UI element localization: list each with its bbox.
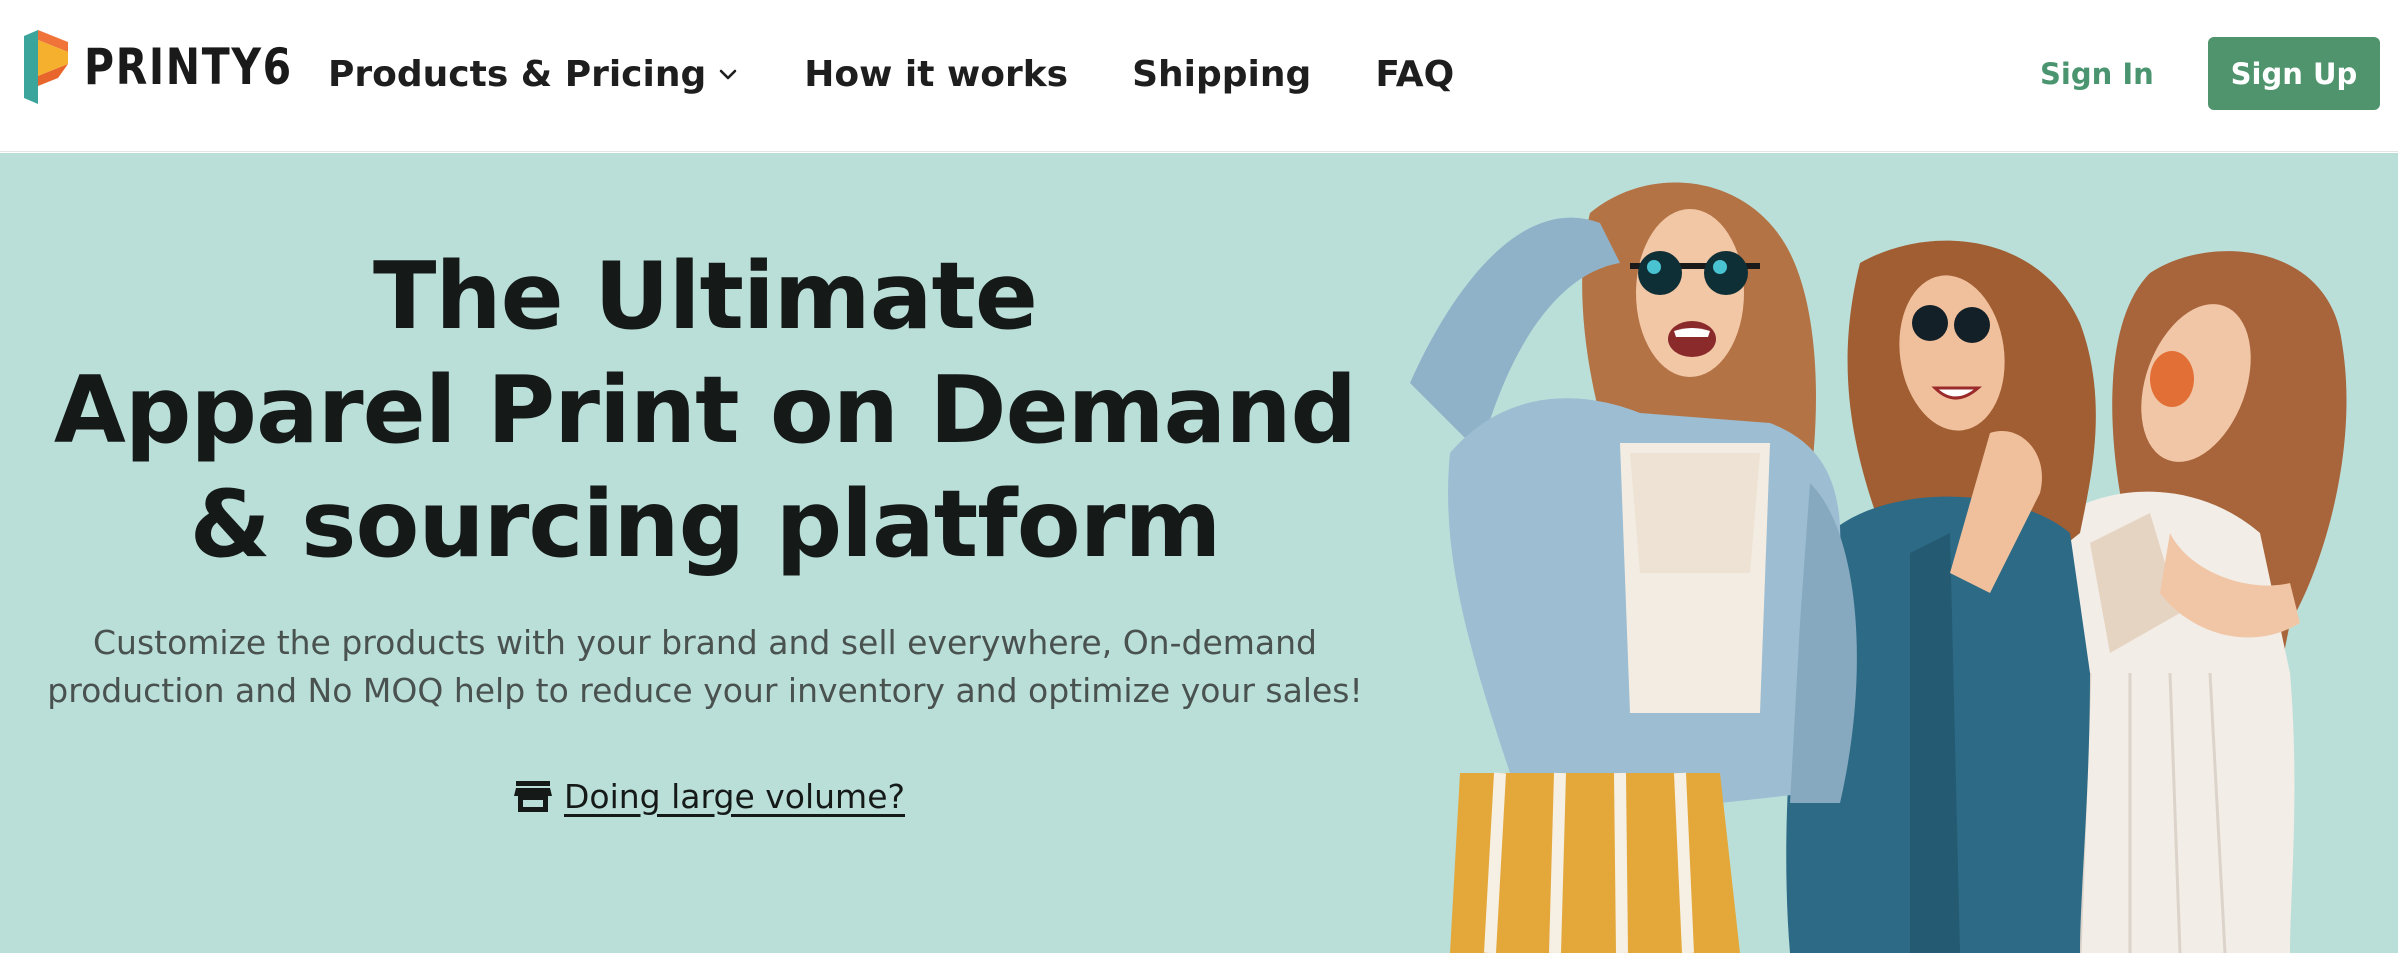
nav-how-it-works[interactable]: How it works <box>804 54 1068 95</box>
large-volume-link[interactable]: Doing large volume? <box>514 768 905 824</box>
nav-faq[interactable]: FAQ <box>1375 54 1454 95</box>
nav-how-it-works-label: How it works <box>804 53 1069 95</box>
chevron-down-icon <box>719 69 737 80</box>
headline-line-1: The Ultimate <box>372 242 1038 350</box>
site-header: PRINTY6 Products & Pricing How it works … <box>0 0 2398 152</box>
nav-products-pricing[interactable]: Products & Pricing <box>328 54 740 95</box>
nav-products-pricing-label: Products & Pricing <box>328 53 707 95</box>
sign-in-link[interactable]: Sign In <box>2040 50 2154 98</box>
hero-section: The Ultimate Apparel Print on Demand & s… <box>0 153 2398 953</box>
brand-wordmark: PRINTY6 <box>84 38 293 96</box>
printy6-logo-icon <box>24 30 68 104</box>
storefront-icon <box>514 781 552 812</box>
nav-shipping[interactable]: Shipping <box>1132 54 1311 95</box>
hero-copy: The Ultimate Apparel Print on Demand & s… <box>0 153 1410 953</box>
headline-line-2: Apparel Print on Demand <box>53 356 1357 464</box>
subtext-line-2: production and No MOQ help to reduce you… <box>47 671 1363 710</box>
main-nav: Products & Pricing How it works Shipping… <box>328 0 1518 148</box>
subtext-line-1: Customize the products with your brand a… <box>93 623 1317 662</box>
nav-shipping-label: Shipping <box>1132 53 1312 95</box>
large-volume-link-label: Doing large volume? <box>564 776 906 816</box>
headline-line-3: & sourcing platform <box>189 470 1222 578</box>
sign-up-button[interactable]: Sign Up <box>2208 37 2380 110</box>
nav-faq-label: FAQ <box>1375 53 1455 95</box>
brand-logo[interactable]: PRINTY6 <box>24 30 339 104</box>
hero-subtext: Customize the products with your brand a… <box>40 619 1370 715</box>
hero-headline: The Ultimate Apparel Print on Demand & s… <box>0 239 1410 581</box>
hero-photo <box>1410 182 2347 953</box>
